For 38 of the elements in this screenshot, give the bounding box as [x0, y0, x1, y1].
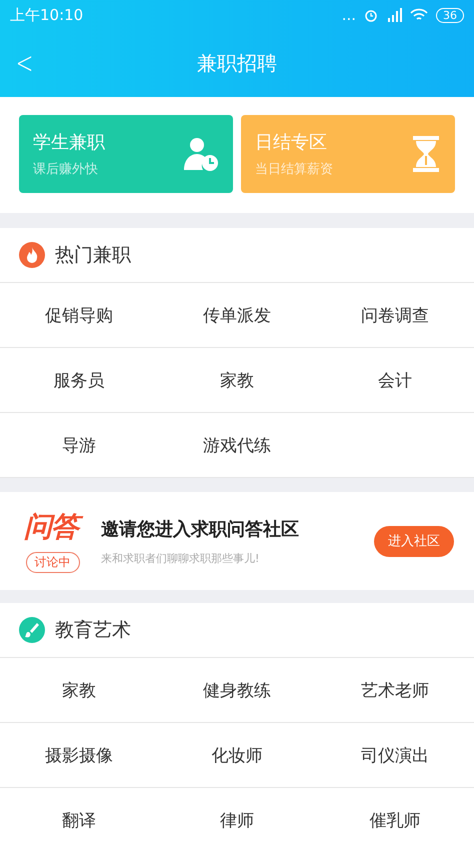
- brush-icon: [19, 617, 45, 643]
- job-category[interactable]: 催乳师: [370, 808, 420, 832]
- job-category[interactable]: 化妆师: [212, 744, 262, 766]
- job-category[interactable]: 翻译: [62, 808, 96, 832]
- page-title: 兼职招聘: [197, 50, 277, 77]
- card-subtitle: 当日结算薪资: [255, 161, 333, 178]
- banner-subline: 来和求职者们聊聊求职那些事儿!: [101, 550, 260, 566]
- wifi-icon: [410, 8, 428, 22]
- signal-icon: [386, 8, 402, 22]
- status-indicators: ...: [342, 6, 356, 24]
- job-category[interactable]: 司仪演出: [361, 744, 429, 766]
- card-subtitle: 课后赚外快: [33, 161, 99, 178]
- hourglass-icon: [411, 136, 441, 172]
- job-category[interactable]: 促销导购: [45, 304, 113, 326]
- section-title: 教育艺术: [55, 618, 131, 643]
- card-title: 日结专区: [255, 131, 328, 154]
- battery-level: 36: [436, 8, 464, 22]
- status-time: 上午10:10: [10, 6, 84, 24]
- job-category[interactable]: 游戏代练: [203, 434, 271, 456]
- job-category[interactable]: 服务员: [54, 368, 104, 392]
- job-category[interactable]: 律师: [220, 808, 254, 832]
- job-category[interactable]: 摄影摄像: [45, 744, 113, 766]
- job-category[interactable]: 传单派发: [203, 304, 271, 326]
- job-category[interactable]: 家教: [220, 368, 254, 392]
- section-title: 热门兼职: [55, 243, 131, 268]
- job-category[interactable]: 导游: [62, 434, 96, 456]
- person-clock-icon: [183, 136, 219, 172]
- job-category[interactable]: 家教: [62, 678, 96, 702]
- qa-logo: 问答: [22, 509, 83, 546]
- status-tag: 讨论中: [26, 552, 80, 573]
- banner-headline: 邀请您进入求职问答社区: [101, 518, 300, 540]
- job-category[interactable]: 健身教练: [203, 678, 271, 702]
- job-category[interactable]: 问卷调查: [361, 304, 429, 326]
- flame-icon: [19, 242, 45, 268]
- job-category[interactable]: 会计: [378, 368, 412, 392]
- job-category[interactable]: 艺术老师: [361, 678, 429, 702]
- card-title: 学生兼职: [33, 131, 105, 154]
- alarm-icon: [364, 8, 378, 22]
